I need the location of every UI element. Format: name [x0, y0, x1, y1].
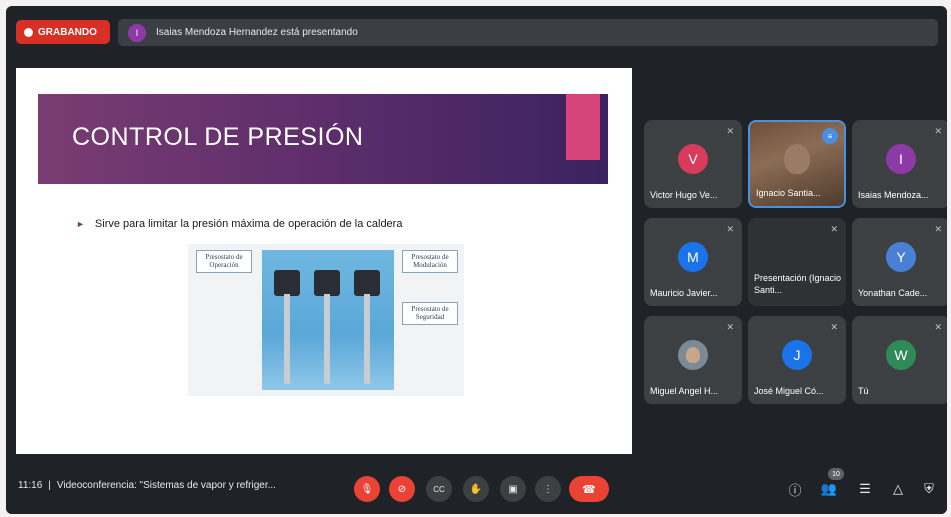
muted-mic-icon: ✕ [934, 322, 942, 332]
host-controls-button[interactable]: ⛨ [920, 480, 938, 498]
mic-off-icon: 🎙 [360, 483, 374, 495]
participant-tile-active[interactable]: ≡ Ignacio Santia... [748, 120, 846, 208]
participant-name: Ignacio Santia... [756, 188, 821, 198]
participant-name: Isaias Mendoza... [858, 190, 929, 200]
recording-label: GRABANDO [38, 26, 97, 38]
muted-mic-icon: ✕ [934, 126, 942, 136]
meeting-info: 11:16 | Videoconferencia: "Sistemas de v… [18, 480, 276, 491]
participant-tile[interactable]: ✕ V Victor Hugo Ve... [644, 120, 742, 208]
meeting-title[interactable]: Videoconferencia: "Sistemas de vapor y r… [57, 480, 276, 491]
participant-name: Tú [858, 386, 869, 396]
more-options-button[interactable]: ⋮ [535, 476, 561, 502]
avatar: J [782, 340, 812, 370]
presentation-tile[interactable]: ✕ Presentación (Ignacio Santi... [748, 218, 846, 306]
participant-tile[interactable]: ✕ I Isaias Mendoza... [852, 120, 947, 208]
people-button[interactable]: 👥 [820, 480, 838, 498]
muted-mic-icon: ✕ [726, 322, 734, 332]
participant-name: Victor Hugo Ve... [650, 190, 718, 200]
presenting-banner: I Isaias Mendoza Hernandez está presenta… [118, 19, 938, 46]
end-call-icon: ☎ [582, 483, 596, 496]
shared-slide: CONTROL DE PRESIÓN ► Sirve para limitar … [16, 68, 632, 454]
muted-mic-icon: ✕ [830, 224, 838, 234]
slide-bullet: ► Sirve para limitar la presión máxima d… [76, 218, 402, 230]
avatar: V [678, 144, 708, 174]
captions-button[interactable]: CC [426, 476, 452, 502]
participant-face [784, 144, 810, 174]
avatar: Y [886, 242, 916, 272]
present-icon: ▣ [508, 483, 518, 495]
pressure-switch-device [314, 270, 340, 296]
pipe [284, 294, 290, 384]
pipe [324, 294, 330, 384]
meet-window: GRABANDO I Isaias Mendoza Hernandez está… [6, 6, 947, 514]
participant-name: Miguel Angel H... [650, 386, 719, 396]
mic-toggle-button[interactable]: 🎙 [354, 476, 380, 502]
raise-hand-button[interactable]: ✋ [463, 476, 489, 502]
hand-icon: ✋ [469, 483, 483, 495]
muted-mic-icon: ✕ [726, 126, 734, 136]
label-modulation: Presostato de Modulación [402, 250, 458, 274]
camera-off-icon: ⊘ [397, 483, 407, 495]
bullet-arrow-icon: ► [76, 219, 85, 229]
meeting-time: 11:16 [18, 480, 43, 491]
chat-button[interactable]: ☰ [856, 480, 874, 498]
participant-tile-self[interactable]: ✕ W Tú [852, 316, 947, 404]
pressure-switch-device [354, 270, 380, 296]
avatar: M [678, 242, 708, 272]
avatar-photo [678, 340, 708, 370]
participant-name: José Miguel Có... [754, 386, 824, 396]
participant-tile[interactable]: ✕ Miguel Angel H... [644, 316, 742, 404]
pressure-switch-device [274, 270, 300, 296]
activities-button[interactable]: △ [889, 480, 907, 498]
presenting-text: Isaias Mendoza Hernandez está presentand… [156, 27, 358, 38]
avatar-face [686, 347, 700, 363]
slide-title: CONTROL DE PRESIÓN [72, 123, 364, 151]
present-screen-button[interactable]: ▣ [500, 476, 526, 502]
host-shield-icon: ⛨ [924, 481, 934, 496]
slide-bullet-text: Sirve para limitar la presión máxima de … [94, 218, 403, 230]
muted-mic-icon: ✕ [726, 224, 734, 234]
avatar: I [886, 144, 916, 174]
people-icon: 👥 [820, 481, 838, 496]
muted-mic-icon: ✕ [934, 224, 942, 234]
chat-icon: ☰ [859, 481, 871, 496]
participant-tile[interactable]: ✕ M Mauricio Javier... [644, 218, 742, 306]
speaking-indicator-icon: ≡ [822, 128, 838, 144]
end-call-button[interactable]: ☎ [569, 476, 609, 502]
participant-name: Yonathan Cade... [858, 288, 928, 298]
more-vert-icon: ⋮ [543, 483, 553, 495]
label-safety: Presostato de Seguridad [402, 302, 458, 326]
pipe [364, 294, 370, 384]
label-operation: Presostato de Operación [196, 250, 252, 274]
avatar: W [886, 340, 916, 370]
muted-mic-icon: ✕ [830, 322, 838, 332]
info-icon: ⓘ [788, 482, 802, 498]
slide-accent-bar [566, 94, 600, 160]
record-dot-icon [24, 27, 33, 37]
pressure-switch-photo [262, 250, 394, 390]
participant-name: Mauricio Javier... [650, 288, 718, 298]
camera-toggle-button[interactable]: ⊘ [389, 476, 415, 502]
recording-badge: GRABANDO [16, 20, 110, 44]
presenter-avatar: I [128, 23, 146, 42]
info-separator: | [48, 480, 51, 491]
participant-tile[interactable]: ✕ Y Yonathan Cade... [852, 218, 947, 306]
activities-icon: △ [893, 481, 903, 496]
participants-count-badge: 10 [828, 468, 844, 480]
meeting-details-button[interactable]: ⓘ [786, 480, 804, 498]
captions-icon: CC [433, 484, 445, 494]
participant-tile[interactable]: ✕ J José Miguel Có... [748, 316, 846, 404]
presentation-tile-name: Presentación (Ignacio Santi... [754, 272, 842, 295]
control-bar: 11:16 | Videoconferencia: "Sistemas de v… [6, 462, 947, 514]
pressure-switch-diagram: Presostato de Operación Presostato de Mo… [188, 244, 464, 396]
